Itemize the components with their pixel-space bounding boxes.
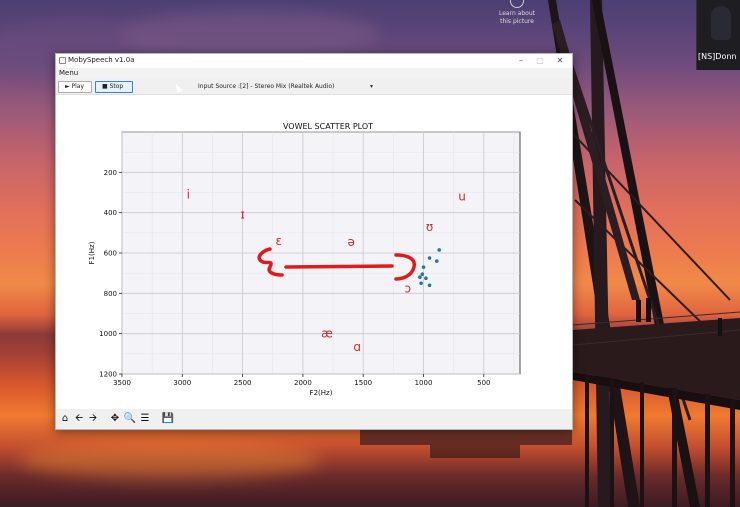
home-icon[interactable]: ⌂ (58, 412, 72, 426)
vowel-label: i (187, 188, 190, 202)
x-tick-label: 500 (477, 379, 490, 387)
input-source-select[interactable]: [2] - Stereo Mix (Realtek Audio) (240, 83, 334, 90)
scatter-point (434, 259, 439, 263)
control-toolbar: ► Play ■ Stop Input Source : [2] - Stere… (56, 79, 572, 95)
vowel-label: ɔ (405, 281, 412, 295)
pan-icon[interactable]: ✥ (108, 412, 122, 426)
window-titlebar[interactable]: MobySpeech v1.0a – □ ✕ (56, 54, 572, 68)
camera-icon (510, 0, 524, 8)
y-tick-label: 200 (104, 169, 117, 177)
zoom-icon[interactable]: 🔍 (123, 412, 137, 426)
forward-arrow-icon[interactable]: 🡪 (86, 412, 100, 426)
maximize-icon[interactable]: □ (531, 55, 549, 67)
mobyspeech-window: MobySpeech v1.0a – □ ✕ Menu ► Play ■ Sto… (55, 53, 573, 430)
plot-navigation-toolbar: ⌂ 🡨 🡪 ✥ 🔍 ☰ 💾 (56, 409, 572, 429)
y-axis-label: F1(Hz) (88, 241, 96, 264)
window-title: MobySpeech v1.0a (68, 56, 135, 64)
y-tick-label: 600 (104, 250, 117, 258)
scatter-point (421, 265, 426, 269)
vowel-label: æ (321, 327, 333, 341)
save-icon[interactable]: 💾 (161, 412, 175, 426)
close-icon[interactable]: ✕ (551, 55, 569, 67)
scatter-point (418, 275, 422, 279)
stop-button[interactable]: ■ Stop (95, 81, 133, 93)
vowel-label: ʊ (426, 220, 433, 234)
chart-title: VOWEL SCATTER PLOT (283, 122, 373, 131)
x-tick-label: 1500 (354, 379, 372, 387)
configure-subplots-icon[interactable]: ☰ (138, 412, 152, 426)
annotation-line (284, 264, 394, 269)
x-tick-label: 2000 (294, 379, 312, 387)
x-tick-label: 3000 (173, 379, 191, 387)
y-tick-label: 800 (104, 290, 117, 298)
play-button[interactable]: ► Play (58, 81, 92, 93)
y-tick-label: 1200 (99, 371, 117, 379)
vowel-label: ə (347, 235, 354, 249)
video-participant-tile[interactable]: [NS]Donn (696, 0, 740, 70)
participant-name: [NS]Donn (698, 52, 737, 61)
x-tick-label: 2500 (234, 379, 252, 387)
menu-item[interactable]: Menu (59, 69, 78, 77)
x-tick-label: 1000 (415, 379, 433, 387)
vowel-label: ɪ (240, 208, 244, 222)
minimize-icon[interactable]: – (512, 55, 530, 67)
vowel-scatter-plot: VOWEL SCATTER PLOT 3500 3000 2500 2000 1500 1… (88, 122, 521, 397)
input-source-label: Input Source : (198, 83, 240, 90)
learn-about-picture-icon[interactable]: Learn about this picture (497, 0, 537, 26)
scatter-point (427, 283, 432, 288)
vowel-label: u (458, 190, 466, 204)
participant-avatar (711, 6, 731, 40)
scatter-point (427, 256, 432, 260)
learn-about-picture-label: Learn about this picture (499, 10, 535, 25)
x-tick-label: 3500 (113, 379, 131, 387)
scatter-point (437, 248, 441, 252)
back-arrow-icon[interactable]: 🡨 (72, 412, 86, 426)
y-tick-label: 400 (104, 209, 117, 217)
y-tick-label: 1000 (99, 330, 117, 338)
scatter-point (420, 272, 425, 276)
x-axis-label: F2(Hz) (310, 389, 333, 397)
chevron-down-icon[interactable]: ▾ (370, 83, 373, 90)
vowel-label: ɛ (276, 234, 283, 248)
app-icon (59, 57, 66, 64)
vowel-label: ɑ (353, 340, 361, 354)
scatter-point (419, 281, 423, 286)
menu-bar: Menu (56, 68, 572, 79)
scatter-point (424, 276, 428, 281)
